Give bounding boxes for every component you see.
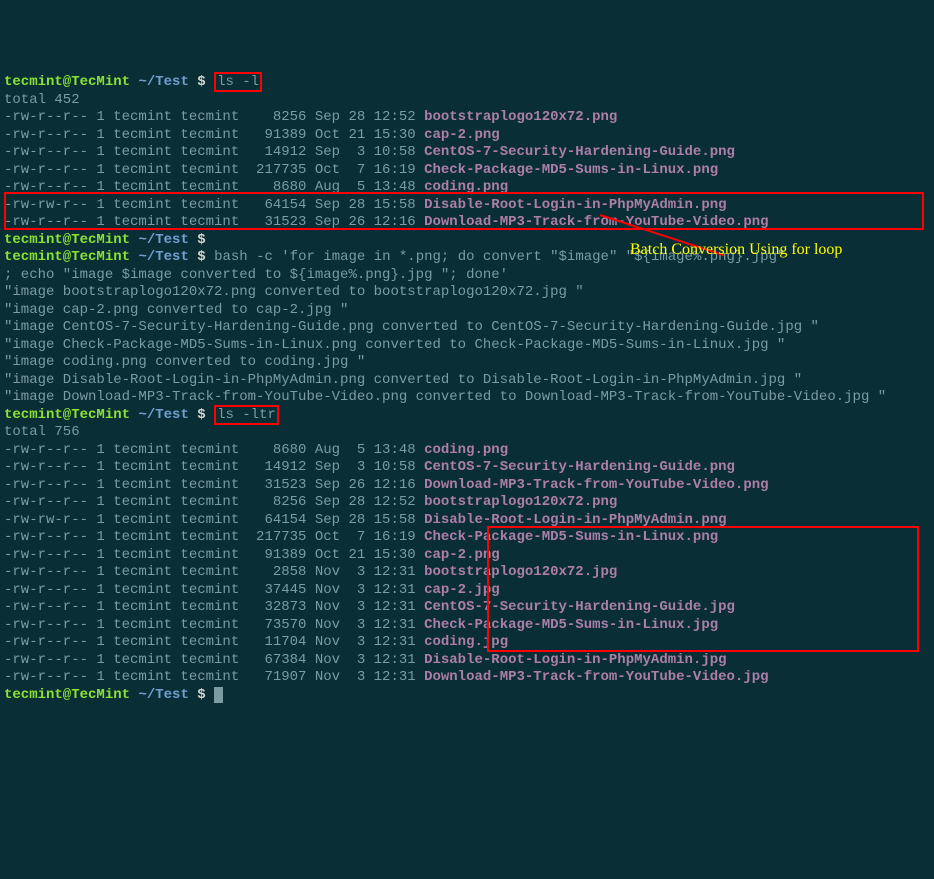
cursor-icon [214, 687, 223, 703]
total-line: total 452 [4, 92, 80, 108]
command-highlighted: ls -ltr [214, 405, 279, 425]
prompt: tecmint@TecMint ~/Test $ [4, 249, 214, 265]
total-line: total 756 [4, 424, 80, 440]
annotation-box-bash [4, 192, 924, 230]
command-highlighted: ls -l [214, 72, 262, 92]
annotation-box-jpg [487, 526, 919, 652]
prompt: tecmint@TecMint ~/Test $ [4, 74, 214, 90]
prompt: tecmint@TecMint ~/Test $ [4, 687, 214, 703]
annotation-text: Batch Conversion Using for loop [630, 240, 842, 260]
prompt: tecmint@TecMint ~/Test $ [4, 407, 214, 423]
conversion-output: "image bootstraplogo120x72.png converted… [4, 284, 886, 405]
prompt: tecmint@TecMint ~/Test $ [4, 232, 214, 248]
command-bash-cont: ; echo "image $image converted to ${imag… [4, 267, 508, 283]
